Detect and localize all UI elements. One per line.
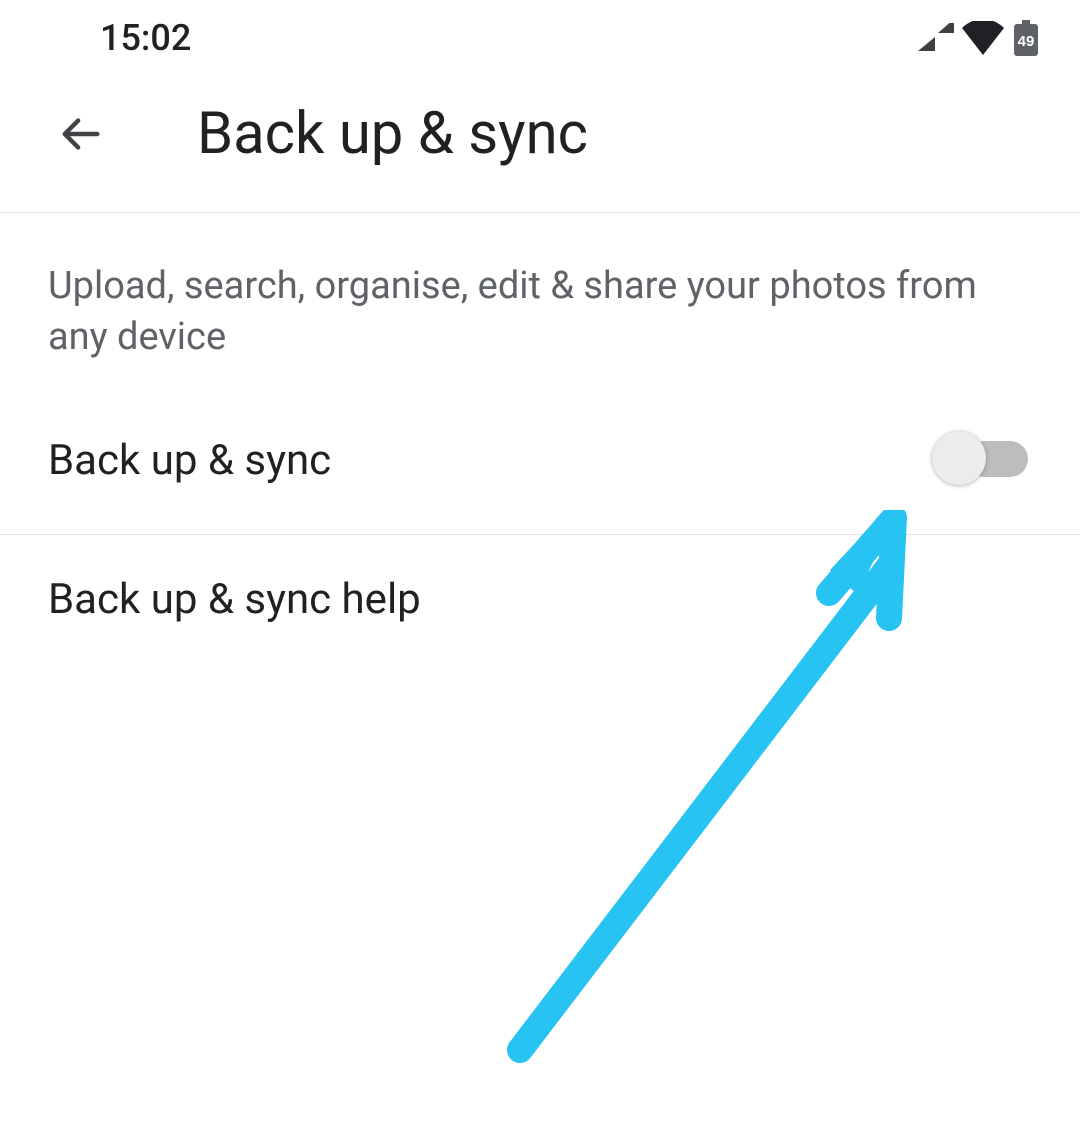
page-title: Back up & sync: [197, 100, 588, 168]
arrow-back-icon: [57, 111, 107, 157]
setting-backup-sync-help[interactable]: Back up & sync help: [0, 535, 1080, 670]
status-bar: 15:02 49: [0, 0, 1080, 70]
page-description: Upload, search, organise, edit & share y…: [0, 213, 1080, 364]
setting-backup-sync[interactable]: Back up & sync: [0, 364, 1080, 535]
status-time: 15:02: [100, 17, 191, 59]
status-icons: 49: [918, 20, 1040, 56]
battery-level-text: 49: [1018, 33, 1035, 50]
back-button[interactable]: [52, 104, 112, 164]
signal-icon: [918, 23, 954, 53]
backup-sync-toggle[interactable]: [932, 434, 1028, 488]
battery-icon: 49: [1012, 20, 1040, 56]
setting-backup-sync-help-label: Back up & sync help: [48, 575, 421, 624]
app-bar: Back up & sync: [0, 70, 1080, 213]
wifi-icon: [962, 21, 1004, 55]
setting-backup-sync-label: Back up & sync: [48, 436, 331, 485]
toggle-thumb: [932, 431, 986, 485]
